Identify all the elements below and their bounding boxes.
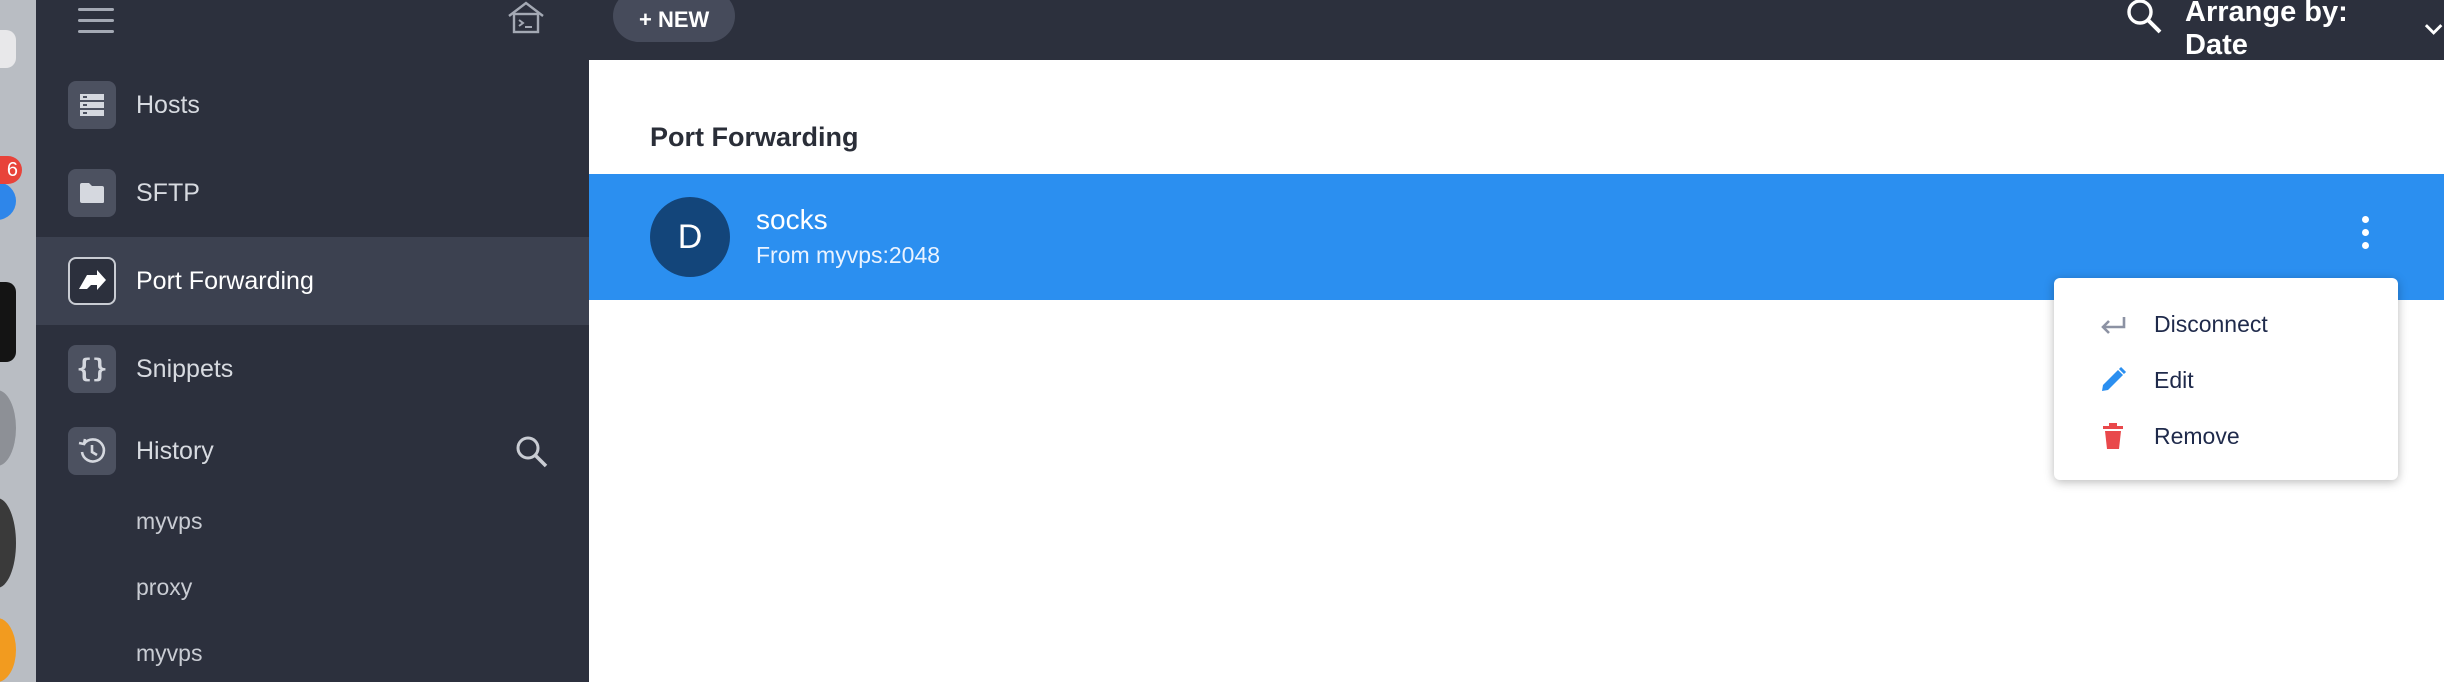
sidebar-item-port-forwarding[interactable]: Port Forwarding [36,237,589,325]
history-entry[interactable]: proxy [136,574,192,601]
history-icon [68,427,116,475]
sidebar-item-sftp[interactable]: SFTP [36,149,589,237]
dock-app-icon[interactable] [0,390,16,466]
avatar: D [650,197,730,277]
sidebar-item-snippets[interactable]: {} Snippets [36,325,589,413]
sidebar: Hosts SFTP Port Forwarding {} Snippets H… [36,0,589,682]
arrange-by-dropdown[interactable]: Arrange by: Date [2185,0,2444,62]
rule-subtitle: From myvps:2048 [756,242,941,268]
home-terminal-icon[interactable] [506,0,546,34]
dock-notification-badge: 6 [0,156,22,184]
sidebar-item-label: Hosts [136,90,200,119]
sidebar-item-label: Snippets [136,354,234,383]
menu-item-disconnect[interactable]: Disconnect [2054,296,2398,352]
dock-app-icon[interactable] [0,30,16,68]
menu-item-label: Remove [2154,422,2240,449]
hosts-icon [68,81,116,129]
sidebar-item-label: History [136,436,214,465]
top-bar: + NEW Arrange by: Date [589,0,2444,62]
sidebar-item-hosts[interactable]: Hosts [36,61,589,149]
more-options-icon[interactable] [2359,216,2371,258]
context-menu: Disconnect Edit Remove [2054,278,2398,480]
history-entry[interactable]: myvps [136,508,202,535]
history-search-icon[interactable] [514,434,550,470]
page-title: Port Forwarding [650,122,859,152]
dock-app-icon[interactable] [0,282,16,362]
arrange-by-label: Arrange by: Date [2185,0,2348,61]
folder-icon [68,169,116,217]
new-button[interactable]: + NEW [613,0,736,42]
rule-name: socks [756,204,828,235]
dock-app-icon[interactable] [0,498,16,588]
chevron-down-icon [2424,24,2443,35]
menu-item-label: Disconnect [2154,310,2268,337]
port-forwarding-icon [68,257,116,305]
dock-app-icon[interactable] [0,618,16,682]
menu-item-edit[interactable]: Edit [2054,352,2398,408]
menu-item-remove[interactable]: Remove [2054,408,2398,464]
sidebar-item-label: Port Forwarding [136,266,314,295]
dock-app-icon[interactable] [0,182,16,220]
search-icon[interactable] [2124,0,2164,38]
trash-icon [2103,423,2123,449]
os-dock: 6 [0,0,36,682]
hamburger-menu-icon[interactable] [78,8,114,34]
pencil-icon [2102,366,2127,391]
sidebar-item-history[interactable]: History [36,407,589,495]
snippets-icon: {} [68,345,116,393]
menu-item-label: Edit [2154,366,2194,393]
disconnect-icon [2101,317,2126,334]
main-content: Port Forwarding D socks From myvps:2048 … [589,60,2444,682]
sidebar-header [36,0,589,60]
sidebar-item-label: SFTP [136,178,200,207]
history-entry[interactable]: myvps [136,640,202,667]
